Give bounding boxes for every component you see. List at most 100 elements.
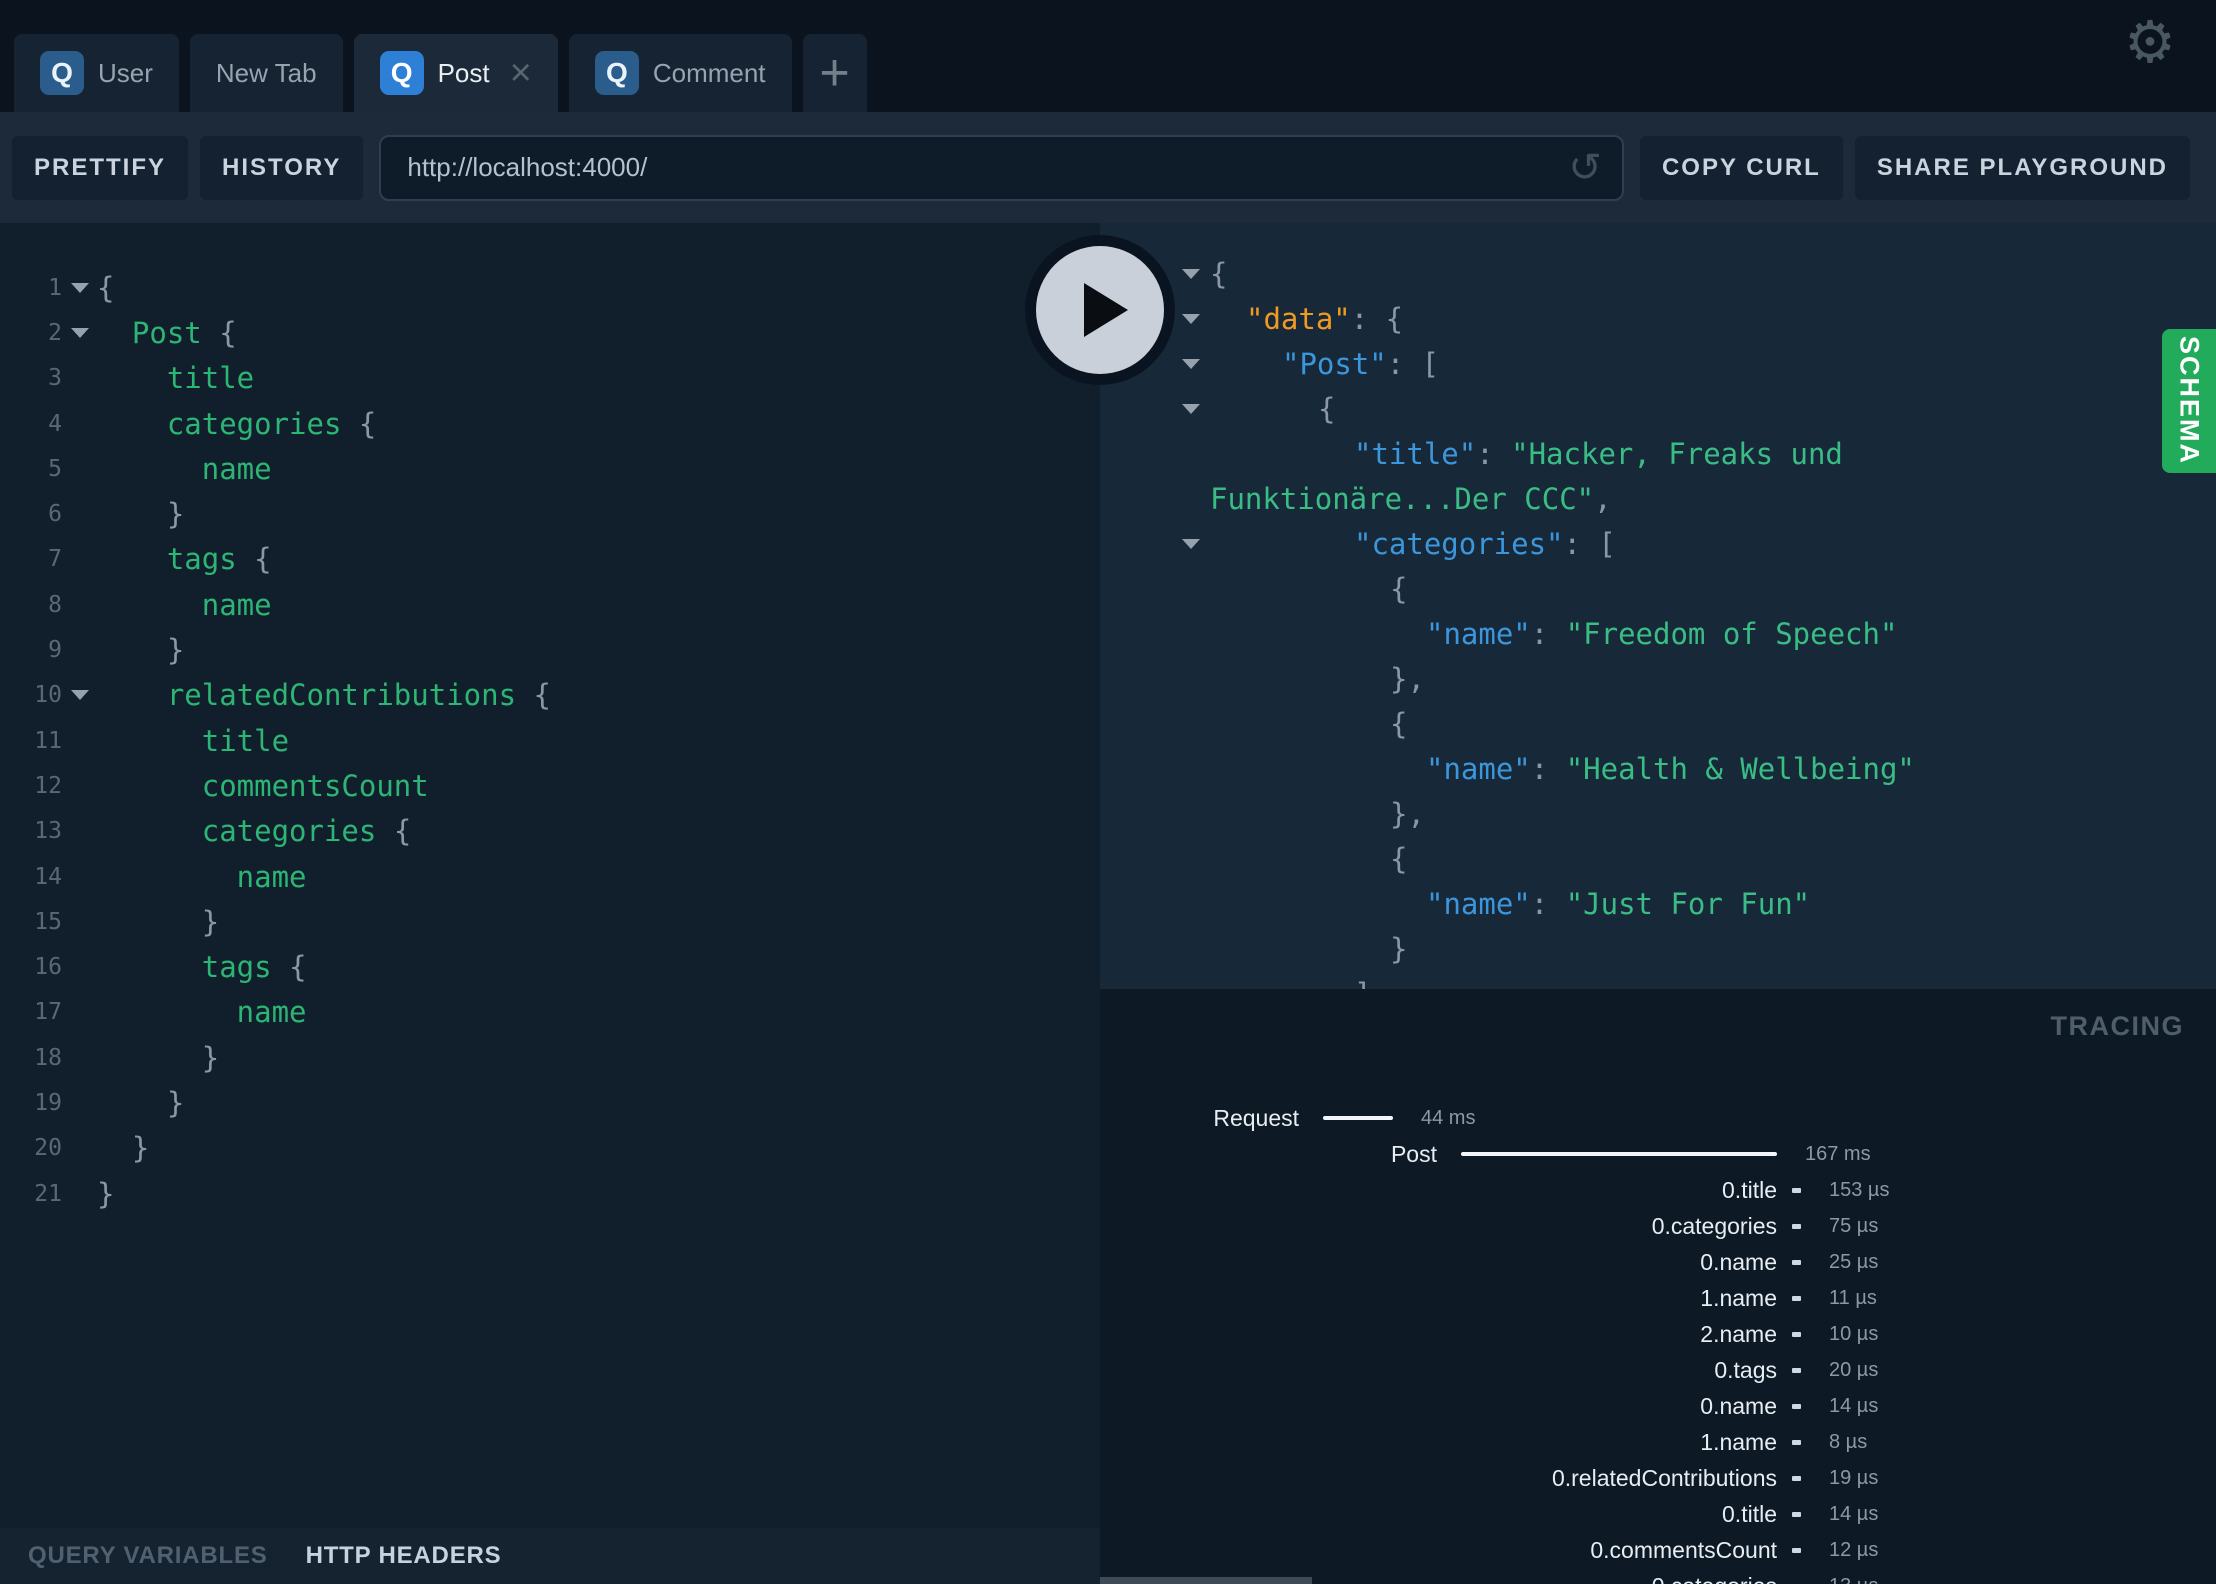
trace-duration-value: 12 µs [1829, 1538, 1879, 1561]
query-line[interactable]: 1{ [0, 265, 1100, 310]
code-text: { [97, 270, 115, 305]
trace-duration-dot [1792, 1187, 1801, 1193]
tracing-title: TRACING [2050, 1011, 2184, 1041]
fold-arrow-icon[interactable] [62, 690, 97, 701]
trace-row: 0.name 25 µs [1100, 1244, 2216, 1280]
query-editor-pane[interactable]: 1{2 Post {3 title 4 categories {5 name 6 }… [0, 223, 1100, 1584]
trace-label: 0.categories [1651, 1212, 1777, 1239]
trace-duration-dot [1792, 1295, 1801, 1301]
query-line[interactable]: 12 commentsCount [0, 763, 1100, 808]
copy-curl-button[interactable]: COPY CURL [1639, 135, 1843, 200]
trace-duration-dot [1792, 1403, 1801, 1409]
query-line[interactable]: 13 categories { [0, 809, 1100, 854]
line-number: 12 [34, 772, 62, 799]
response-text: "name": "Health & Wellbeing" [1426, 751, 1915, 786]
response-line: "title": "Hacker, Freaks und [1100, 431, 2216, 476]
trace-label: 0.tags [1714, 1356, 1777, 1383]
query-line[interactable]: 8 name [0, 582, 1100, 627]
trace-row: 0.title 14 µs [1100, 1496, 2216, 1532]
tab-post[interactable]: Q Post × [353, 34, 558, 112]
trace-row: 1.name 11 µs [1100, 1280, 2216, 1316]
schema-label: SCHEMA [2174, 336, 2205, 466]
query-line[interactable]: 10 relatedContributions { [0, 673, 1100, 718]
query-line[interactable]: 21} [0, 1171, 1100, 1216]
line-number: 5 [48, 455, 62, 482]
line-number: 16 [34, 954, 62, 981]
tab-list: Q User New Tab Q Post × Q Comment [14, 34, 792, 112]
tab-comment[interactable]: Q Comment [568, 34, 792, 112]
new-tab-button[interactable]: + [802, 34, 867, 112]
trace-row: 2.name 10 µs [1100, 1316, 2216, 1352]
tab-http-headers[interactable]: HTTP HEADERS [306, 1542, 502, 1570]
execute-query-button[interactable] [1025, 235, 1175, 385]
trace-label: 0.relatedContributions [1551, 1464, 1777, 1491]
trace-row: 0.relatedContributions 19 µs [1100, 1460, 2216, 1496]
line-number: 20 [34, 1135, 62, 1162]
fold-arrow-icon[interactable] [1100, 403, 1210, 414]
trace-row: Post 167 ms [1100, 1136, 2216, 1172]
query-line[interactable]: 6 } [0, 491, 1100, 536]
query-line[interactable]: 14 name [0, 854, 1100, 899]
trace-label: 0.commentsCount [1590, 1536, 1777, 1563]
trace-row: 0.tags 20 µs [1100, 1352, 2216, 1388]
query-line[interactable]: 5 name [0, 446, 1100, 491]
query-line[interactable]: 7 tags { [0, 537, 1100, 582]
code-text: } [97, 1040, 220, 1075]
query-line[interactable]: 3 title [0, 356, 1100, 401]
query-line[interactable]: 15 } [0, 899, 1100, 944]
tab-new-tab[interactable]: New Tab [189, 34, 343, 112]
trace-duration-bar [1461, 1152, 1777, 1156]
response-text: { [1318, 391, 1336, 426]
response-line: { [1100, 701, 2216, 746]
query-line[interactable]: 2 Post { [0, 310, 1100, 355]
trace-duration-value: 167 ms [1805, 1142, 1871, 1165]
query-line[interactable]: 11 title [0, 718, 1100, 763]
fold-arrow-icon[interactable] [1100, 538, 1210, 549]
tab-query-variables[interactable]: QUERY VARIABLES [28, 1542, 268, 1570]
query-badge: Q [594, 51, 639, 95]
tab-user[interactable]: Q User [14, 34, 179, 112]
tracing-panel: TRACING Request 44 ms Post 167 ms 0.title 153… [1100, 989, 2216, 1584]
fold-arrow-icon[interactable] [62, 327, 97, 338]
play-icon [1084, 283, 1128, 337]
horizontal-scrollbar[interactable] [1100, 1577, 1312, 1584]
endpoint-url-field[interactable]: http://localhost:4000/ ↺ [379, 134, 1624, 201]
trace-label: 0.name [1700, 1248, 1777, 1275]
trace-label: 1.name [1700, 1284, 1777, 1311]
code-text: } [97, 904, 220, 939]
query-line[interactable]: 19 } [0, 1080, 1100, 1125]
history-button[interactable]: HISTORY [200, 135, 364, 200]
fold-arrow-icon[interactable] [62, 282, 97, 293]
close-tab-icon[interactable]: × [510, 54, 532, 92]
query-line[interactable]: 20 } [0, 1126, 1100, 1171]
trace-duration-dot [1792, 1367, 1801, 1373]
code-text: } [97, 1176, 115, 1211]
response-text: { [1390, 571, 1408, 606]
code-text: name [97, 995, 307, 1030]
response-line: "categories": [ [1100, 521, 2216, 566]
schema-sidebar-button[interactable]: SCHEMA [2162, 329, 2216, 473]
trace-duration-value: 14 µs [1829, 1502, 1879, 1525]
trace-duration-value: 11 µs [1829, 1286, 1877, 1309]
endpoint-url: http://localhost:4000/ [407, 152, 648, 182]
line-number: 11 [34, 727, 62, 754]
trace-duration-value: 25 µs [1829, 1250, 1879, 1273]
trace-row: 0.title 153 µs [1100, 1172, 2216, 1208]
trace-label: 2.name [1700, 1320, 1777, 1347]
settings-gear-icon[interactable]: ⚙ [2124, 8, 2176, 76]
query-line[interactable]: 17 name [0, 990, 1100, 1035]
reload-icon[interactable]: ↺ [1568, 148, 1602, 188]
play-button-circle [1036, 246, 1164, 374]
response-text: { [1390, 841, 1408, 876]
code-text: } [97, 1085, 185, 1120]
query-line[interactable]: 16 tags { [0, 944, 1100, 989]
response-text: }, [1390, 796, 1425, 831]
query-line[interactable]: 4 categories { [0, 401, 1100, 446]
response-viewer: {"data": {"Post": [{"title": "Hacker, Fr… [1100, 223, 2216, 989]
query-line[interactable]: 9 } [0, 627, 1100, 672]
trace-row: 0.commentsCount 12 µs [1100, 1532, 2216, 1568]
trace-row: Request 44 ms [1100, 1100, 2216, 1136]
query-line[interactable]: 18 } [0, 1035, 1100, 1080]
share-playground-button[interactable]: SHARE PLAYGROUND [1854, 135, 2190, 200]
prettify-button[interactable]: PRETTIFY [12, 135, 189, 200]
